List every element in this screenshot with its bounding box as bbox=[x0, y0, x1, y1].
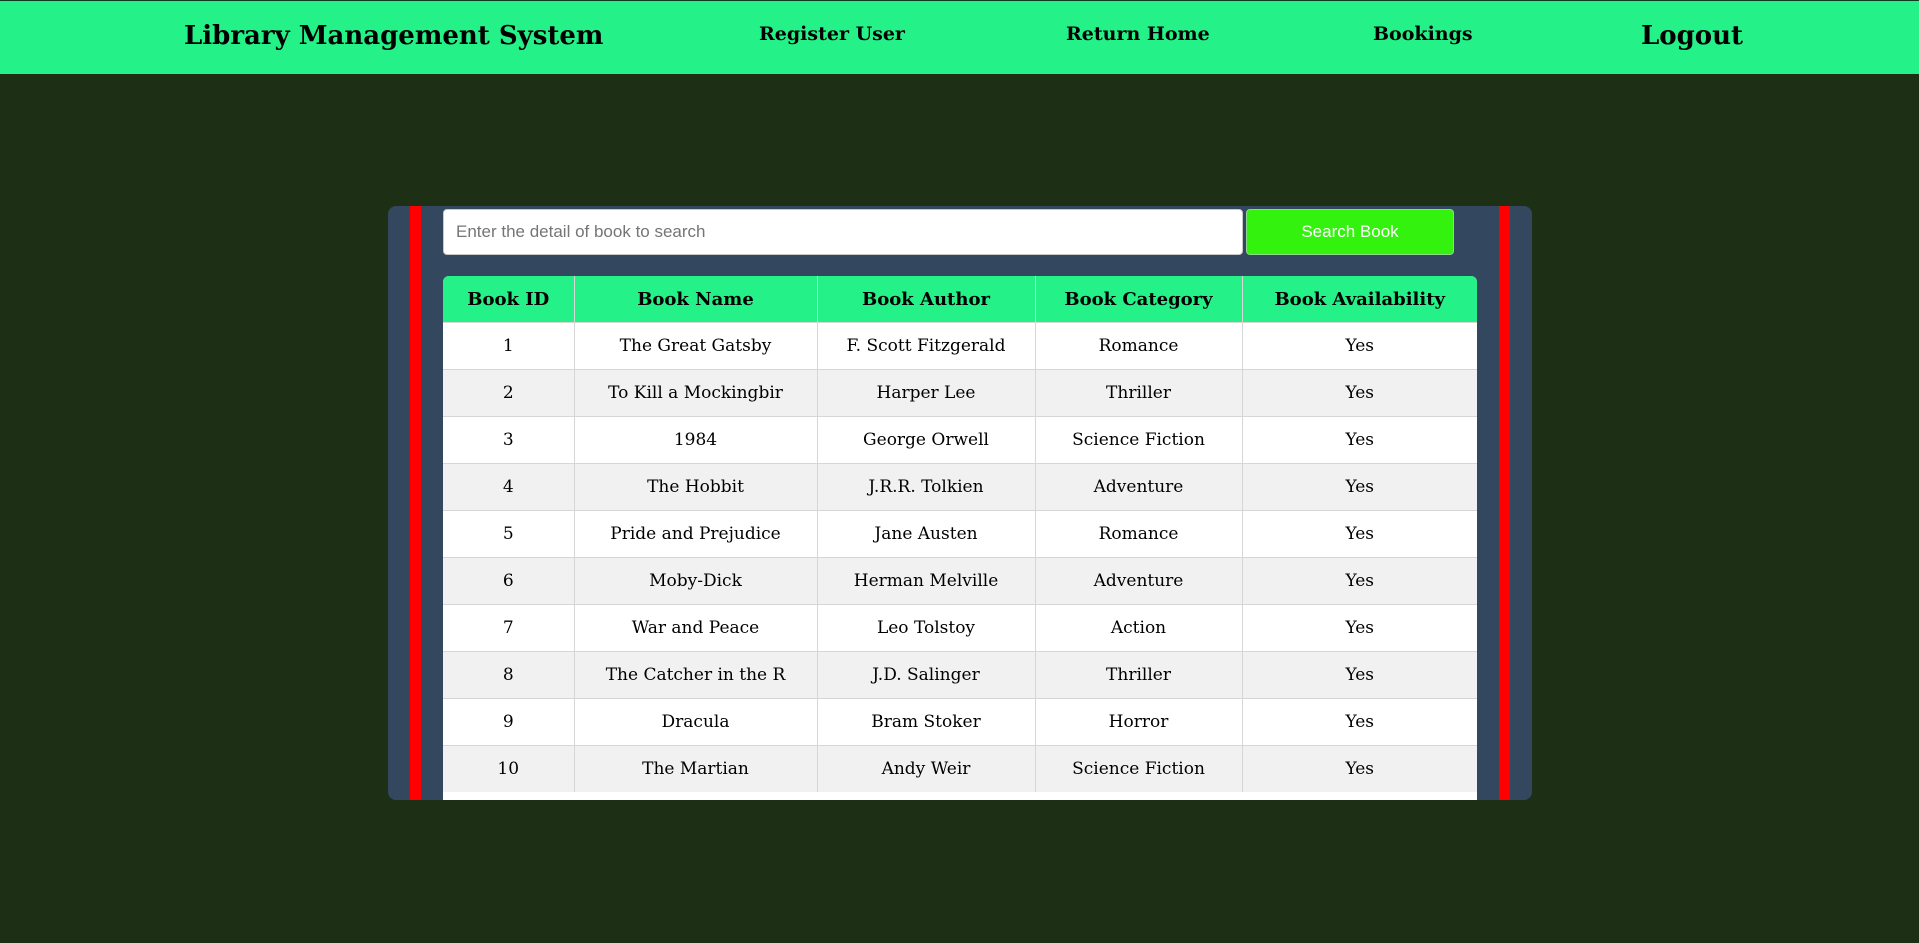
cell-book-category: Thriller bbox=[1034, 369, 1242, 417]
cell-book-name: War and Peace bbox=[573, 604, 817, 652]
book-search-panel: Search Book Book ID Book Name Book Autho… bbox=[388, 206, 1532, 800]
table-row: 7 War and Peace Leo Tolstoy Action Yes bbox=[443, 604, 1477, 652]
nav-logout[interactable]: Logout bbox=[1641, 21, 1743, 51]
cell-book-author: Leo Tolstoy bbox=[816, 604, 1035, 652]
cell-book-name: Dracula bbox=[573, 698, 817, 746]
cell-book-availability: Yes bbox=[1241, 651, 1477, 699]
nav-register-user[interactable]: Register User bbox=[759, 23, 905, 45]
cell-book-id: 7 bbox=[443, 604, 574, 652]
cell-book-author: Harper Lee bbox=[816, 369, 1035, 417]
cell-book-availability: Yes bbox=[1241, 322, 1477, 370]
cell-book-author: J.R.R. Tolkien bbox=[816, 463, 1035, 511]
cell-book-id: 8 bbox=[443, 651, 574, 699]
cell-book-category: Science Fiction bbox=[1034, 745, 1242, 792]
books-table-container[interactable]: Book ID Book Name Book Author Book Categ… bbox=[443, 276, 1477, 800]
cell-book-id: 2 bbox=[443, 369, 574, 417]
cell-book-author: Jane Austen bbox=[816, 510, 1035, 558]
cell-book-category: Romance bbox=[1034, 322, 1242, 370]
column-header-book-author: Book Author bbox=[816, 276, 1035, 323]
column-header-book-category: Book Category bbox=[1034, 276, 1242, 323]
cell-book-name: To Kill a Mockingbir bbox=[573, 369, 817, 417]
column-header-book-availability: Book Availability bbox=[1241, 276, 1477, 323]
table-row: 5 Pride and Prejudice Jane Austen Romanc… bbox=[443, 510, 1477, 558]
search-book-button[interactable]: Search Book bbox=[1246, 209, 1454, 255]
cell-book-author: J.D. Salinger bbox=[816, 651, 1035, 699]
nav-bookings[interactable]: Bookings bbox=[1373, 23, 1473, 45]
cell-book-name: The Hobbit bbox=[573, 463, 817, 511]
table-row: 1 The Great Gatsby F. Scott Fitzgerald R… bbox=[443, 322, 1477, 370]
cell-book-category: Science Fiction bbox=[1034, 416, 1242, 464]
left-accent-bar bbox=[410, 206, 421, 800]
table-row: 3 1984 George Orwell Science Fiction Yes bbox=[443, 416, 1477, 464]
cell-book-id: 4 bbox=[443, 463, 574, 511]
cell-book-name: Pride and Prejudice bbox=[573, 510, 817, 558]
nav-return-home[interactable]: Return Home bbox=[1066, 23, 1210, 45]
cell-book-category: Adventure bbox=[1034, 463, 1242, 511]
table-row: 6 Moby-Dick Herman Melville Adventure Ye… bbox=[443, 557, 1477, 605]
table-row: 10 The Martian Andy Weir Science Fiction… bbox=[443, 745, 1477, 792]
column-header-book-id: Book ID bbox=[443, 276, 574, 323]
cell-book-author: George Orwell bbox=[816, 416, 1035, 464]
cell-book-category: Horror bbox=[1034, 698, 1242, 746]
books-table: Book ID Book Name Book Author Book Categ… bbox=[443, 276, 1477, 792]
cell-book-availability: Yes bbox=[1241, 745, 1477, 792]
cell-book-name: 1984 bbox=[573, 416, 817, 464]
cell-book-category: Romance bbox=[1034, 510, 1242, 558]
cell-book-category: Action bbox=[1034, 604, 1242, 652]
cell-book-id: 9 bbox=[443, 698, 574, 746]
book-search-input[interactable] bbox=[443, 209, 1243, 255]
cell-book-id: 10 bbox=[443, 745, 574, 792]
cell-book-name: The Catcher in the R bbox=[573, 651, 817, 699]
cell-book-availability: Yes bbox=[1241, 416, 1477, 464]
cell-book-name: The Great Gatsby bbox=[573, 322, 817, 370]
cell-book-author: Andy Weir bbox=[816, 745, 1035, 792]
cell-book-author: Herman Melville bbox=[816, 557, 1035, 605]
cell-book-id: 6 bbox=[443, 557, 574, 605]
cell-book-availability: Yes bbox=[1241, 604, 1477, 652]
cell-book-name: The Martian bbox=[573, 745, 817, 792]
cell-book-availability: Yes bbox=[1241, 463, 1477, 511]
cell-book-id: 5 bbox=[443, 510, 574, 558]
cell-book-availability: Yes bbox=[1241, 369, 1477, 417]
cell-book-id: 1 bbox=[443, 322, 574, 370]
cell-book-category: Adventure bbox=[1034, 557, 1242, 605]
table-row: 8 The Catcher in the R J.D. Salinger Thr… bbox=[443, 651, 1477, 699]
cell-book-id: 3 bbox=[443, 416, 574, 464]
cell-book-author: F. Scott Fitzgerald bbox=[816, 322, 1035, 370]
cell-book-category: Thriller bbox=[1034, 651, 1242, 699]
cell-book-availability: Yes bbox=[1241, 557, 1477, 605]
table-row: 9 Dracula Bram Stoker Horror Yes bbox=[443, 698, 1477, 746]
cell-book-author: Bram Stoker bbox=[816, 698, 1035, 746]
table-row: 4 The Hobbit J.R.R. Tolkien Adventure Ye… bbox=[443, 463, 1477, 511]
cell-book-name: Moby-Dick bbox=[573, 557, 817, 605]
cell-book-availability: Yes bbox=[1241, 510, 1477, 558]
column-header-book-name: Book Name bbox=[573, 276, 817, 323]
right-accent-bar bbox=[1499, 206, 1510, 800]
navbar: Library Management System Register User … bbox=[0, 0, 1919, 74]
table-row: 2 To Kill a Mockingbir Harper Lee Thrill… bbox=[443, 369, 1477, 417]
cell-book-availability: Yes bbox=[1241, 698, 1477, 746]
brand-title: Library Management System bbox=[184, 21, 604, 51]
table-header-row: Book ID Book Name Book Author Book Categ… bbox=[443, 276, 1477, 323]
